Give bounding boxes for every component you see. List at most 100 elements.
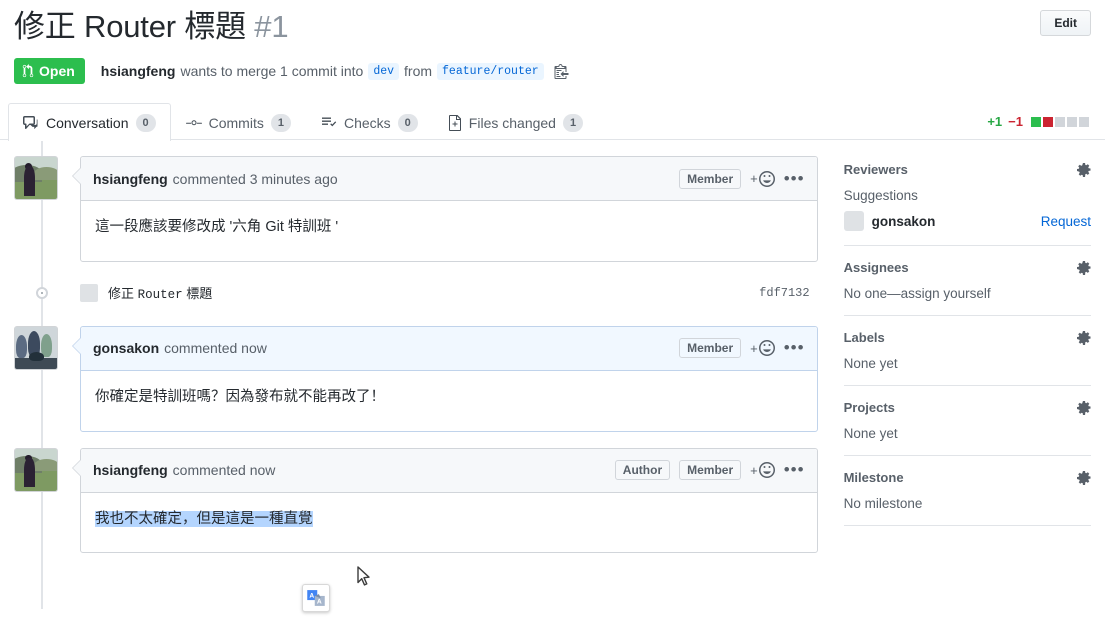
commit-message-prefix: 修正 xyxy=(108,286,138,302)
sidebar-labels-header: Labels xyxy=(844,330,1091,345)
sidebar-assignees-value[interactable]: No one—assign yourself xyxy=(844,286,1091,301)
gear-icon[interactable] xyxy=(1077,330,1091,345)
pr-number: #1 xyxy=(254,9,289,44)
sidebar-milestone-value: No milestone xyxy=(843,496,923,512)
google-translate-popup[interactable] xyxy=(302,584,330,612)
add-reaction-button[interactable]: + xyxy=(750,462,775,479)
comment-header: gonsakon commented now Member + ••• xyxy=(81,326,817,371)
sidebar-projects-title: Projects xyxy=(843,400,895,416)
smiley-icon xyxy=(758,462,775,479)
pr-meta-row: Open hsiangfeng wants to merge 1 commit … xyxy=(14,58,1091,85)
smiley-icon xyxy=(758,170,775,187)
copy-branch-icon[interactable] xyxy=(554,63,569,80)
pr-title-text: 修正 Router 標題 xyxy=(14,9,246,44)
sidebar-milestone-header: Milestone xyxy=(844,470,1091,485)
avatar[interactable] xyxy=(14,447,58,492)
commit-avatar[interactable] xyxy=(80,283,98,302)
role-badge-member: Member xyxy=(679,460,742,481)
gear-icon[interactable] xyxy=(1077,162,1091,177)
tab-checks-count: 0 xyxy=(397,114,418,133)
avatar[interactable] xyxy=(14,325,58,370)
role-badge-member: Member xyxy=(679,168,742,189)
commit-message-suffix: 標題 xyxy=(182,286,213,302)
add-reaction-button[interactable]: + xyxy=(750,170,775,187)
pr-author-name: hsiangfeng xyxy=(100,63,176,80)
comment-body: 這一段應該要修改成 '六角 Git 特訓班 ' xyxy=(95,219,339,236)
mouse-pointer-icon xyxy=(357,566,370,586)
comment-author[interactable]: hsiangfeng xyxy=(93,462,168,478)
comment-menu-button[interactable]: ••• xyxy=(784,339,805,356)
sidebar-reviewers-header: Reviewers xyxy=(844,162,1091,177)
avatar-image-field xyxy=(15,157,57,200)
avatar[interactable] xyxy=(14,156,58,201)
sidebar-projects-header: Projects xyxy=(844,400,1091,415)
sidebar-reviewers-title: Reviewers xyxy=(843,162,908,178)
comment-actions: Member + ••• xyxy=(679,338,805,359)
reviewer-name[interactable]: gonsakon xyxy=(872,214,936,229)
request-review-link[interactable]: Request xyxy=(1041,214,1091,229)
smiley-icon xyxy=(758,340,775,357)
comment-box: gonsakon commented now Member + ••• 你確定是… xyxy=(72,325,818,432)
tab-checks[interactable]: Checks 0 xyxy=(306,103,433,141)
reviewer-suggestion-row: gonsakon Request xyxy=(843,211,1091,232)
pr-tabs: Conversation 0 Commits 1 Checks 0 Files … xyxy=(0,100,1105,142)
file-diff-icon xyxy=(448,115,462,132)
head-branch-tag[interactable]: feature/router xyxy=(437,62,544,80)
page-title: 修正 Router 標題 #1 xyxy=(14,8,289,45)
gear-icon[interactable] xyxy=(1077,400,1091,415)
title-row: 修正 Router 標題 #1 xyxy=(14,8,1091,45)
merge-text-2: from xyxy=(404,63,433,80)
comment-timestamp: commented now xyxy=(172,462,276,479)
role-badge-author: Author xyxy=(614,460,671,481)
comment-author[interactable]: hsiangfeng xyxy=(93,171,168,187)
sidebar-assignees-header: Assignees xyxy=(844,260,1091,275)
status-badge: Open xyxy=(14,58,85,85)
pr-sidebar: Reviewers Suggestions gonsakon Request A… xyxy=(843,140,1091,569)
sidebar-projects-value: None yet xyxy=(843,426,898,442)
plus-sign: + xyxy=(750,462,758,478)
tab-commits-label: Commits xyxy=(208,115,264,132)
sidebar-milestone-title: Milestone xyxy=(843,470,904,486)
sidebar-reviewers-subtitle: Suggestions xyxy=(843,188,918,204)
comment-timestamp: commented now xyxy=(164,340,267,357)
sidebar-section-assignees: Assignees No one—assign yourself xyxy=(843,260,1091,317)
sidebar-assignees-title: Assignees xyxy=(843,260,909,276)
comment-box: hsiangfeng commented now Author Member + xyxy=(72,447,818,554)
sidebar-section-reviewers: Reviewers Suggestions gonsakon Request xyxy=(843,162,1091,247)
comment-menu-button[interactable]: ••• xyxy=(784,170,805,187)
pull-request-page: 修正 Router 標題 #1 Edit Open hsiangfeng wan… xyxy=(0,0,1105,629)
comment-body: 我也不太確定，但是這是一種直覺 xyxy=(81,493,817,553)
edit-button[interactable]: Edit xyxy=(1040,10,1091,36)
tab-files-changed-label: Files changed xyxy=(468,115,556,132)
commit-message[interactable]: 修正 Router 標題 xyxy=(108,283,212,302)
tab-files-changed[interactable]: Files changed 1 xyxy=(433,103,598,141)
add-reaction-button[interactable]: + xyxy=(750,340,775,357)
comment-box: hsiangfeng commented 3 minutes ago Membe… xyxy=(72,156,818,262)
avatar-image-group xyxy=(15,326,57,369)
timeline-commit-row: 修正 Router 標題 fdf7132 xyxy=(14,278,818,308)
comment-menu-button[interactable]: ••• xyxy=(784,461,805,478)
comment-actions: Author Member + ••• xyxy=(614,460,805,481)
comment-actions: Member + ••• xyxy=(679,168,805,189)
merge-description: hsiangfeng wants to merge 1 commit into … xyxy=(100,62,569,80)
tab-conversation[interactable]: Conversation 0 xyxy=(8,103,171,142)
role-badge-member: Member xyxy=(679,338,742,359)
reviewer-avatar[interactable] xyxy=(843,211,864,232)
checklist-icon xyxy=(321,115,337,131)
comment-author[interactable]: gonsakon xyxy=(93,340,159,356)
tab-commits-count: 1 xyxy=(270,114,291,133)
timeline: hsiangfeng commented 3 minutes ago Membe… xyxy=(14,140,818,610)
pr-header: 修正 Router 標題 #1 Edit Open hsiangfeng wan… xyxy=(0,0,1105,85)
base-branch-tag[interactable]: dev xyxy=(368,62,400,80)
sidebar-section-labels: Labels None yet xyxy=(843,330,1091,387)
sidebar-section-milestone: Milestone No milestone xyxy=(843,470,1091,527)
status-badge-label: Open xyxy=(39,63,75,80)
plus-sign: + xyxy=(750,171,758,187)
commit-sha[interactable]: fdf7132 xyxy=(759,286,809,300)
gear-icon[interactable] xyxy=(1077,470,1091,485)
plus-sign: + xyxy=(750,340,758,356)
merge-text-1: wants to merge 1 commit into xyxy=(180,63,364,80)
selected-text: 我也不太確定，但是這是一種直覺 xyxy=(95,510,313,527)
gear-icon[interactable] xyxy=(1077,260,1091,275)
tab-commits[interactable]: Commits 1 xyxy=(171,103,306,141)
